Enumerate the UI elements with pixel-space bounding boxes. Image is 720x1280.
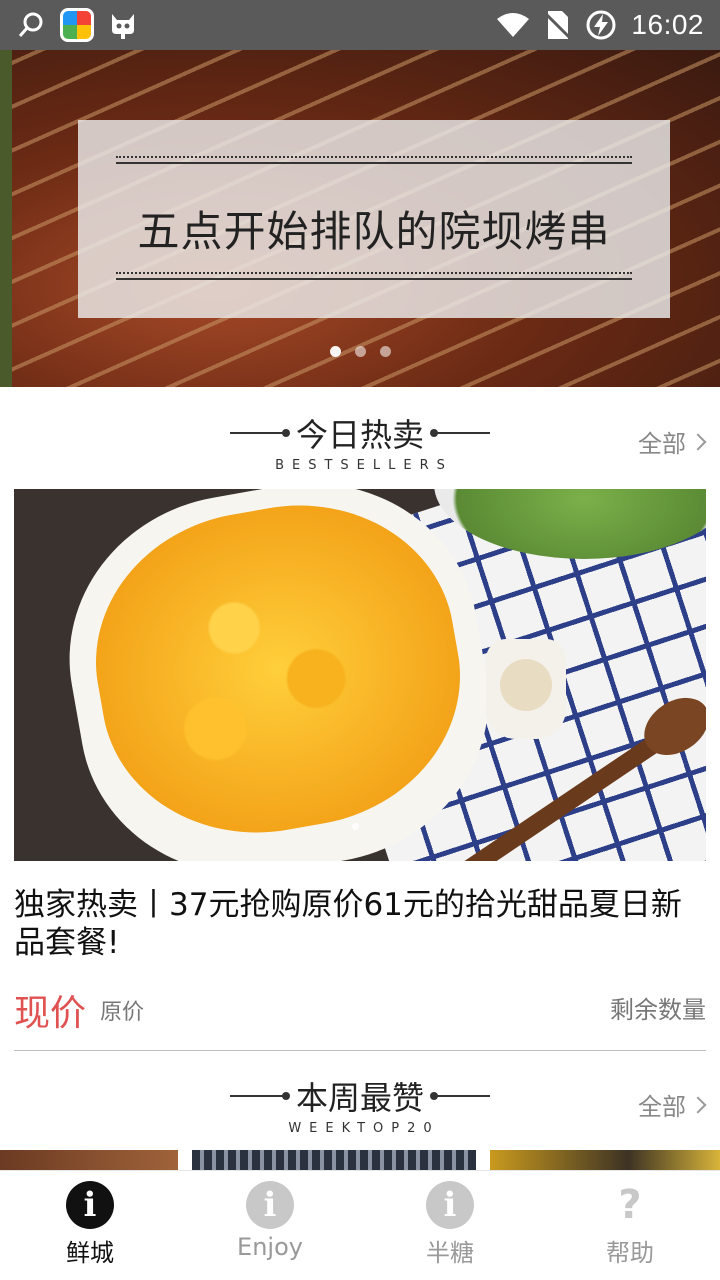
current-price-label: 现价 <box>14 993 87 1034</box>
info-icon: i <box>426 1181 474 1229</box>
question-icon: ? <box>618 1182 642 1228</box>
nav-label: 半糖 <box>426 1239 474 1267</box>
image-pager-dot <box>352 823 359 830</box>
view-all-link[interactable]: 全部 <box>638 1087 707 1122</box>
banner-carousel[interactable]: 五点开始排队的院坝烤串 <box>0 50 720 387</box>
charging-icon <box>586 10 616 40</box>
nav-item-enjoy[interactable]: i Enjoy <box>180 1181 360 1277</box>
banner-rule-top <box>116 162 632 164</box>
price-row: 现价 原价 剩余数量 <box>14 982 706 1034</box>
no-sim-icon <box>545 11 572 41</box>
nav-item-bantang[interactable]: i 半糖 <box>360 1181 540 1277</box>
header-rule-right <box>430 1092 490 1100</box>
thumbnail[interactable] <box>490 1150 720 1170</box>
view-all-link[interactable]: 全部 <box>638 424 707 459</box>
thumbnail[interactable] <box>0 1150 178 1170</box>
bot-icon <box>112 14 134 39</box>
nav-label: 鲜城 <box>66 1239 114 1267</box>
product-image[interactable] <box>14 489 706 861</box>
chevron-right-icon <box>689 433 707 450</box>
section-header-bestsellers: 今日热卖 BESTSELLERS 全部 <box>0 410 720 480</box>
thumbnail[interactable] <box>192 1150 476 1170</box>
status-bar-right: 16:02 <box>495 8 704 42</box>
banner-dotted-rule-bottom <box>116 272 632 274</box>
pager-dot[interactable] <box>380 346 391 357</box>
section-title: 今日热卖 <box>295 416 424 454</box>
divider <box>14 1050 706 1051</box>
section-subtitle: BESTSELLERS <box>275 458 453 473</box>
weektop-thumbnails <box>0 1150 720 1170</box>
wifi-icon <box>497 13 530 37</box>
info-icon: i <box>66 1181 114 1229</box>
pager-dot[interactable] <box>330 346 341 357</box>
search-notification-icon <box>18 12 43 37</box>
section-header-weektop: 本周最赞 WEEKTOP20 全部 <box>0 1073 720 1143</box>
nav-label: 帮助 <box>606 1239 654 1267</box>
header-rule-right <box>430 429 490 437</box>
section-title: 本周最赞 <box>295 1079 424 1117</box>
app-store-icon <box>60 8 94 42</box>
banner-title: 五点开始排队的院坝烤串 <box>137 207 611 256</box>
product-title[interactable]: 独家热卖丨37元抢购原价61元的拾光甜品夏日新品套餐! <box>14 886 706 962</box>
banner-rule-bottom <box>116 278 632 280</box>
view-all-label: 全部 <box>638 430 686 458</box>
banner-pager[interactable] <box>330 346 391 357</box>
view-all-label: 全部 <box>638 1093 686 1121</box>
status-bar: 16:02 <box>0 0 720 50</box>
bottom-navigation: i 鲜城 i Enjoy i 半糖 ? 帮助 <box>0 1170 720 1280</box>
chevron-right-icon <box>689 1096 707 1113</box>
nav-item-xiancheng[interactable]: i 鲜城 <box>0 1181 180 1277</box>
banner-prev-slide-edge <box>0 50 12 387</box>
status-time: 16:02 <box>631 9 704 40</box>
nav-label: Enjoy <box>237 1233 303 1261</box>
status-bar-left <box>16 8 138 42</box>
milk-jug <box>486 639 566 739</box>
original-price-label: 原价 <box>100 1000 145 1025</box>
banner-dotted-rule-top <box>116 156 632 158</box>
info-icon: i <box>246 1181 294 1229</box>
section-subtitle: WEEKTOP20 <box>288 1121 440 1136</box>
banner-caption-card: 五点开始排队的院坝烤串 <box>78 120 670 318</box>
remaining-quantity-label: 剩余数量 <box>610 996 706 1024</box>
pager-dot[interactable] <box>355 346 366 357</box>
nav-item-help[interactable]: ? 帮助 <box>540 1181 720 1277</box>
